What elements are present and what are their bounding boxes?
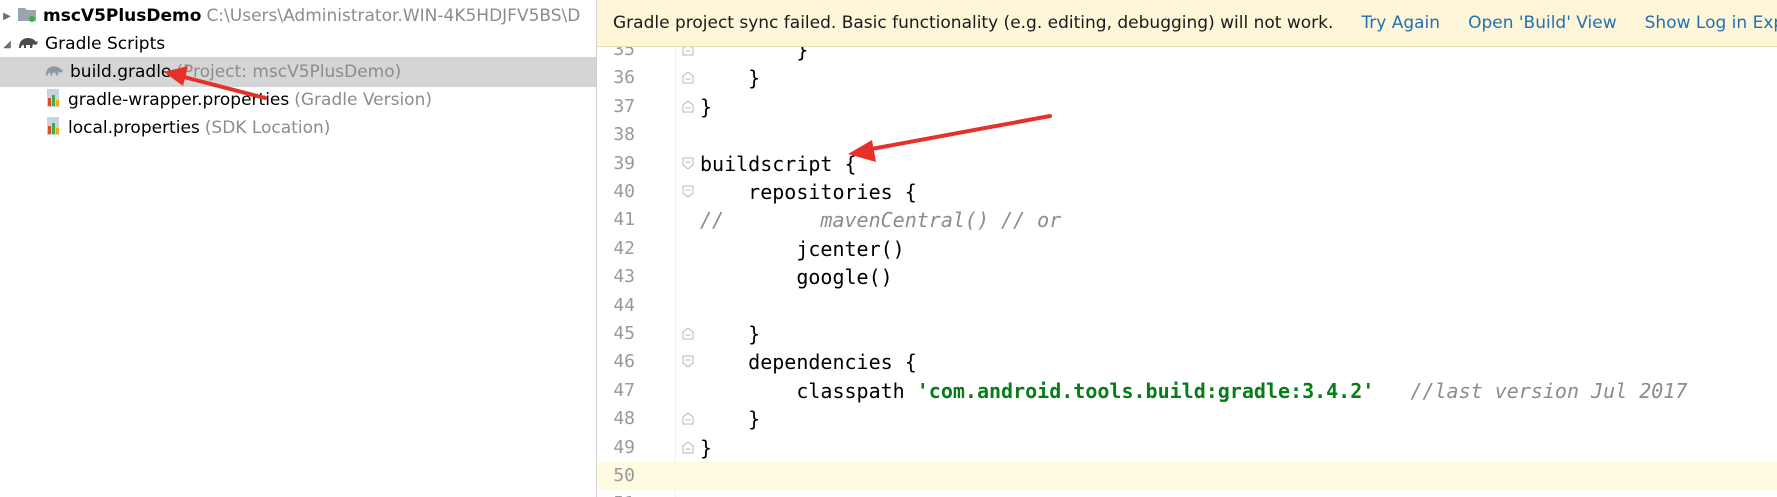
gradle-elephant-icon	[17, 33, 39, 56]
code-text: }	[700, 47, 809, 62]
code-string: 'com.android.tools.build:gradle:3.4.2'	[916, 378, 1375, 403]
line-number: 46	[613, 351, 635, 373]
tree-item-build-gradle[interactable]: build.gradle (Project: mscV5PlusDemo)	[0, 57, 596, 87]
fold-marker-icon[interactable]	[682, 327, 694, 340]
code-comment: //last version Jul 2017	[1374, 378, 1688, 403]
code-text: }	[700, 435, 713, 460]
line-code: }	[700, 93, 712, 121]
code-line[interactable]: 49}	[597, 434, 1777, 462]
expand-arrow-icon[interactable]: ▶	[1, 1, 13, 31]
line-number: 49	[613, 436, 635, 458]
line-number: 43	[613, 266, 635, 288]
tree-item-hint: (SDK Location)	[204, 118, 331, 138]
code-line[interactable]: 39 buildscript {	[597, 150, 1777, 178]
code-text: dependencies {	[700, 350, 917, 375]
line-number: 38	[613, 124, 635, 146]
code-line[interactable]: 38	[597, 121, 1777, 149]
code-text: buildscript {	[700, 151, 857, 176]
line-number: 44	[613, 294, 635, 316]
properties-file-icon	[44, 88, 62, 113]
code-text: }	[700, 94, 713, 119]
tree-item-label: mscV5PlusDemo	[43, 6, 202, 26]
code-line[interactable]: 36 }	[597, 64, 1777, 92]
try-again-link[interactable]: Try Again	[1361, 13, 1440, 33]
line-code: }	[700, 64, 760, 92]
show-log-link[interactable]: Show Log in Exp	[1645, 13, 1777, 33]
line-number: 48	[613, 408, 635, 430]
fold-marker-icon[interactable]	[682, 71, 694, 84]
line-number: 51	[597, 490, 635, 497]
properties-file-icon	[44, 116, 62, 141]
code-line[interactable]: 44	[597, 292, 1777, 320]
line-number: 39	[613, 152, 635, 174]
tree-item-label: build.gradle	[70, 62, 172, 82]
code-line[interactable]: 43 google()	[597, 263, 1777, 291]
tree-item-gradle-scripts[interactable]: ◢ Gradle Scripts	[0, 29, 596, 59]
line-code: }	[700, 47, 808, 64]
line-number: 36	[613, 67, 635, 89]
fold-marker-icon[interactable]	[682, 47, 694, 56]
line-code: }	[700, 320, 760, 348]
tree-item-hint: (Project: mscV5PlusDemo)	[176, 62, 402, 82]
code-line[interactable]: 46 dependencies {	[597, 348, 1777, 376]
line-code: google()	[700, 263, 893, 291]
line-number: 42	[613, 237, 635, 259]
code-line[interactable]: 41 // mavenCentral() // or	[597, 206, 1777, 234]
line-code: classpath 'com.android.tools.build:gradl…	[700, 377, 1687, 405]
code-line[interactable]: 51	[597, 490, 1777, 497]
fold-marker-icon[interactable]	[682, 440, 694, 454]
line-number: 45	[613, 323, 635, 344]
code-line[interactable]: 42 jcenter()	[597, 235, 1777, 263]
tree-item-label: Gradle Scripts	[45, 34, 166, 54]
fold-marker-icon[interactable]	[682, 157, 694, 170]
code-comment: // mavenCentral() // or	[700, 208, 1062, 233]
line-number: 37	[613, 95, 635, 117]
fold-marker-icon[interactable]	[682, 100, 694, 113]
code-line[interactable]: 37}	[597, 93, 1777, 121]
code-line[interactable]: 50	[597, 462, 1777, 490]
code-line[interactable]: 40 repositories {	[597, 178, 1777, 206]
open-build-view-link[interactable]: Open 'Build' View	[1468, 13, 1617, 33]
code-line[interactable]: 47 classpath 'com.android.tools.build:gr…	[597, 377, 1777, 405]
tree-item-local-properties[interactable]: local.properties (SDK Location)	[0, 113, 596, 143]
code-line[interactable]: 45 }	[597, 320, 1777, 348]
code-text: }	[700, 66, 761, 91]
line-number: 35	[613, 47, 635, 60]
code-text: classpath	[700, 378, 917, 403]
line-number: 47	[613, 379, 635, 401]
line-code: }	[700, 434, 712, 462]
module-folder-icon	[17, 5, 37, 28]
sync-failed-notification: Gradle project sync failed. Basic functi…	[597, 0, 1777, 47]
tree-item-module[interactable]: ▶ mscV5PlusDemo C:\Users\Administrator.W…	[0, 1, 596, 31]
line-number: 41	[613, 209, 635, 231]
line-code: // mavenCentral() // or	[700, 206, 1061, 234]
line-code: jcenter()	[700, 235, 905, 263]
fold-marker-icon[interactable]	[682, 185, 694, 198]
notification-message: Gradle project sync failed. Basic functi…	[613, 13, 1334, 33]
tree-item-hint: (Gradle Version)	[294, 90, 432, 110]
fold-marker-icon[interactable]	[682, 355, 694, 369]
code-text: repositories {	[700, 180, 917, 204]
tree-item-gradle-wrapper-properties[interactable]: gradle-wrapper.properties (Gradle Versio…	[0, 85, 596, 115]
line-number: 40	[613, 181, 635, 202]
module-path: C:\Users\Administrator.WIN-4K5HDJFV5BS\D	[206, 6, 581, 26]
project-tree: ▶ mscV5PlusDemo C:\Users\Administrator.W…	[0, 0, 597, 497]
fold-marker-icon[interactable]	[682, 412, 694, 425]
line-number: 50	[613, 465, 635, 486]
code-text: }	[700, 322, 761, 346]
tree-item-label: local.properties	[68, 118, 200, 138]
tree-item-label: gradle-wrapper.properties	[68, 90, 290, 110]
collapse-arrow-icon[interactable]: ◢	[1, 29, 13, 59]
gradle-file-icon	[44, 61, 64, 84]
line-code: }	[700, 405, 760, 433]
code-editor[interactable]: 35 } 36 } 37} 38 39 buildscript {40 repositor…	[597, 47, 1777, 497]
line-code: repositories {	[700, 178, 917, 206]
code-text: google()	[700, 265, 893, 290]
code-text: }	[700, 407, 761, 432]
code-line[interactable]: 35 }	[597, 47, 1777, 64]
code-line[interactable]: 48 }	[597, 405, 1777, 433]
code-text: jcenter()	[700, 236, 905, 261]
line-code: buildscript {	[700, 150, 857, 178]
line-code: dependencies {	[700, 348, 917, 376]
